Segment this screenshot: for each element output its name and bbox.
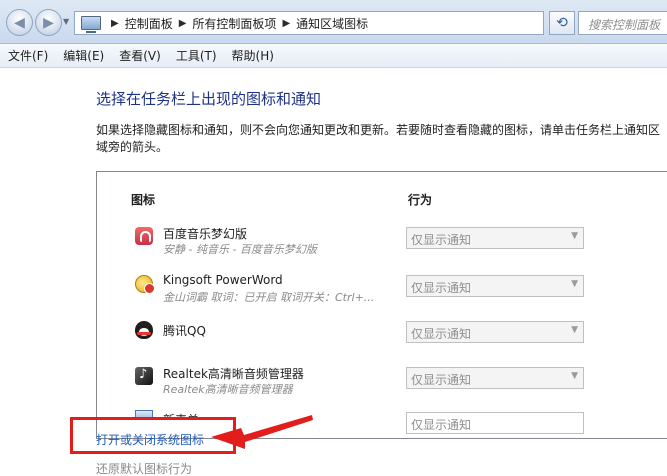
- menu-file[interactable]: 文件(F): [8, 47, 48, 64]
- breadcrumb-separator-icon[interactable]: ▶: [282, 18, 290, 29]
- breadcrumb-separator-icon[interactable]: ▶: [179, 18, 187, 29]
- address-toolbar: ◀ ▶ ▼ ▶ 控制面板 ▶ 所有控制面板项 ▶ 通知区域图标 ⟲ 搜索控制面板: [0, 0, 667, 44]
- menu-edit[interactable]: 编辑(E): [63, 47, 104, 64]
- annotation-arrow-icon: [211, 415, 313, 449]
- menu-help[interactable]: 帮助(H): [232, 47, 274, 64]
- refresh-icon: ⟲: [556, 15, 568, 31]
- forward-arrow-icon: ▶: [43, 14, 54, 31]
- back-button[interactable]: ◀: [6, 9, 33, 36]
- breadcrumb-item-notification-icons[interactable]: 通知区域图标: [296, 15, 368, 32]
- recent-pages-dropdown-icon[interactable]: ▼: [63, 17, 69, 26]
- menu-view[interactable]: 查看(V): [119, 47, 161, 64]
- refresh-button[interactable]: ⟲: [549, 11, 575, 35]
- menu-bar: 文件(F) 编辑(E) 查看(V) 工具(T) 帮助(H): [0, 44, 667, 68]
- breadcrumb-separator-icon[interactable]: ▶: [111, 18, 119, 29]
- control-panel-icon: [81, 16, 101, 33]
- search-input[interactable]: 搜索控制面板: [578, 11, 667, 35]
- content-area: 选择在任务栏上出现的图标和通知 如果选择隐藏图标和通知，则不会向您通知更改和更新…: [0, 69, 667, 476]
- breadcrumb-item-control-panel[interactable]: 控制面板: [125, 15, 173, 32]
- back-arrow-icon: ◀: [14, 14, 25, 31]
- breadcrumb-item-all-items[interactable]: 所有控制面板项: [192, 15, 276, 32]
- forward-button[interactable]: ▶: [35, 9, 62, 36]
- menu-tools[interactable]: 工具(T): [176, 47, 217, 64]
- breadcrumb[interactable]: ▶ 控制面板 ▶ 所有控制面板项 ▶ 通知区域图标: [74, 11, 544, 35]
